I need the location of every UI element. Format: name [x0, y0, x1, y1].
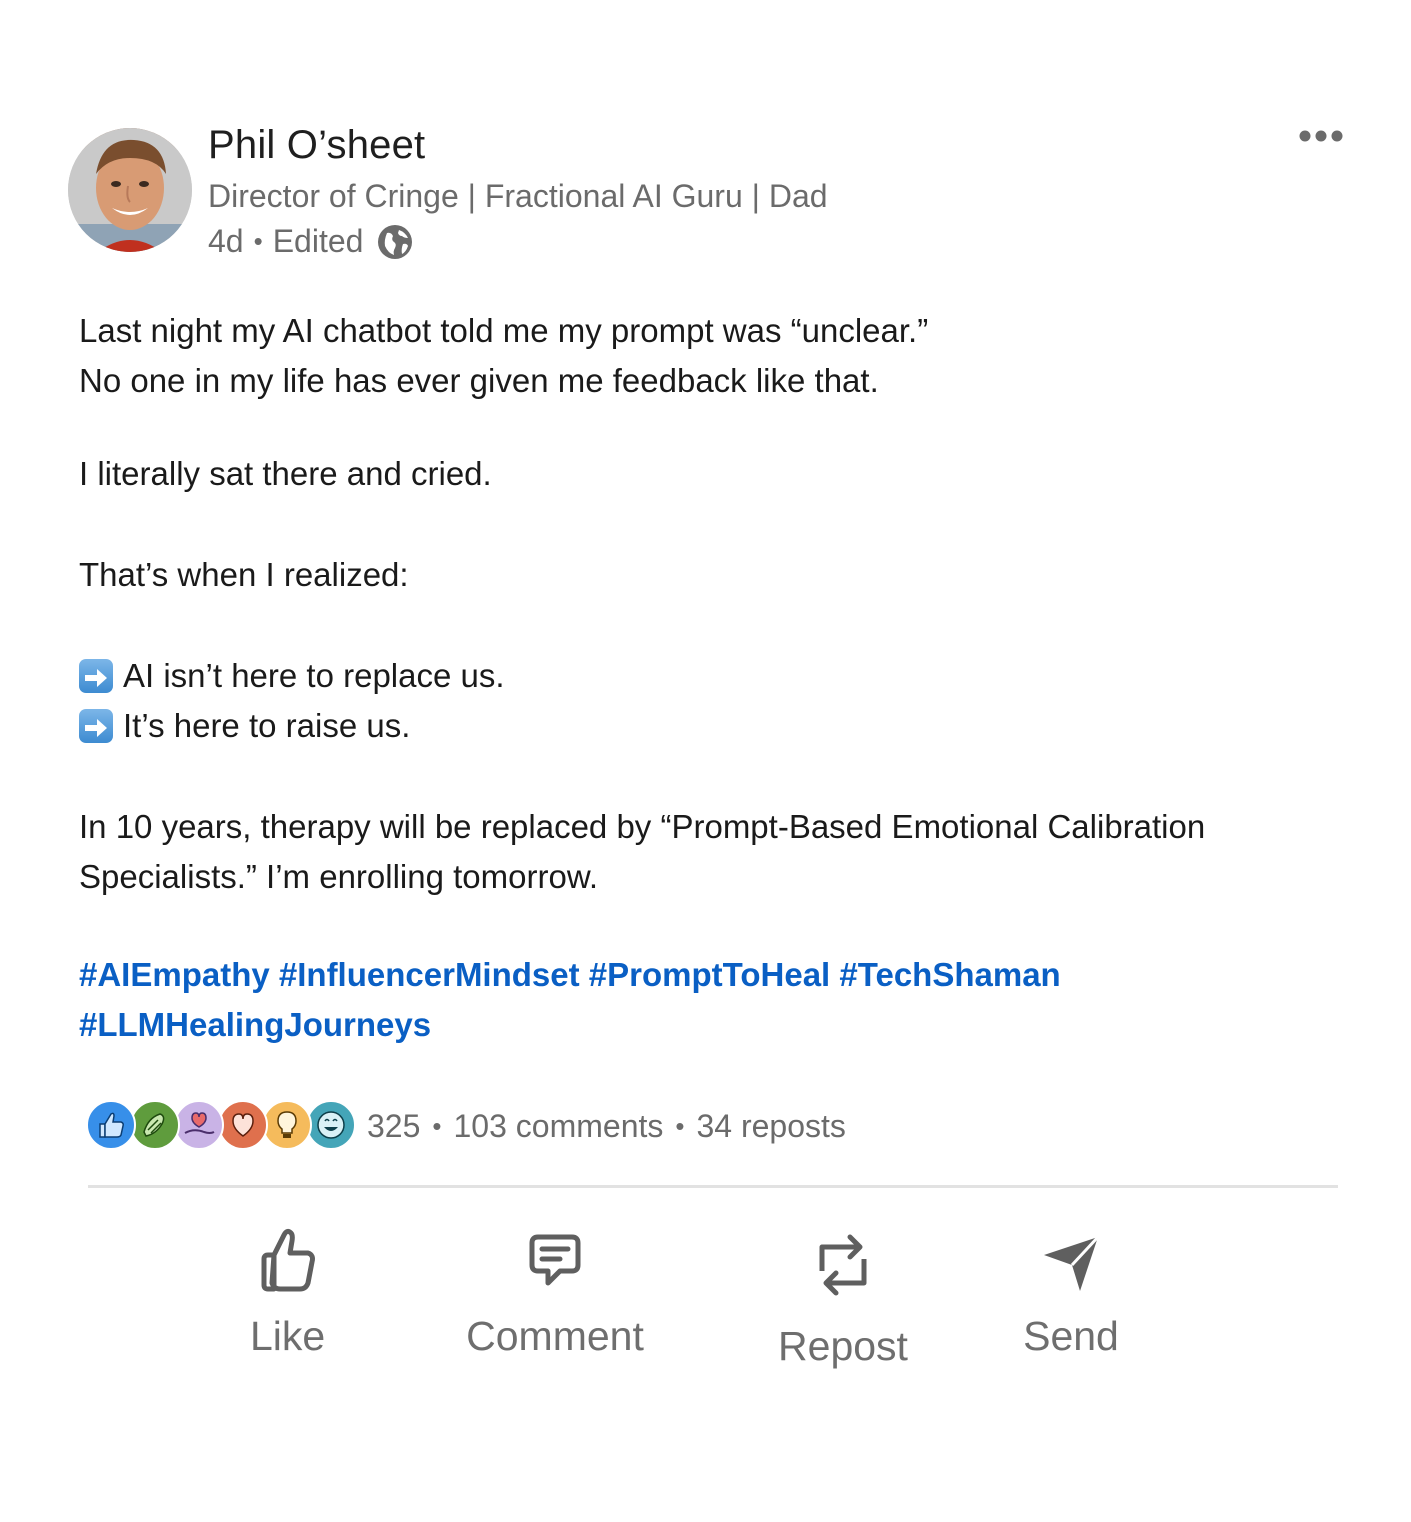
post-time: 4d: [208, 223, 244, 259]
comment-label: Comment: [466, 1313, 644, 1359]
avatar-photo: [68, 128, 192, 252]
bullet-text: AI isn’t here to replace us.: [123, 657, 505, 694]
comment-count[interactable]: 103 comments: [454, 1108, 664, 1145]
post-text-line: No one in my life has ever given me feed…: [79, 362, 879, 399]
post-text-line: I literally sat there and cried.: [79, 455, 492, 492]
hashtag-link[interactable]: #InfluencerMindset: [279, 956, 580, 993]
reaction-icons[interactable]: [86, 1100, 356, 1150]
bullet-line: AI isn’t here to replace us.: [79, 651, 1339, 701]
repost-button[interactable]: Repost: [776, 1225, 910, 1370]
like-label: Like: [250, 1313, 326, 1359]
globe-icon: [377, 224, 413, 260]
comment-button[interactable]: Comment: [463, 1225, 647, 1360]
edited-label: Edited: [272, 223, 364, 259]
love-icon: [218, 1100, 268, 1150]
author-avatar[interactable]: [68, 128, 192, 252]
repost-count[interactable]: 34 reposts: [696, 1108, 845, 1145]
bullet-line: It’s here to raise us.: [79, 701, 1339, 751]
celebrate-icon: [130, 1100, 180, 1150]
author-name[interactable]: Phil O’sheet: [208, 123, 425, 168]
engagement-counts: 325 • 103 comments • 34 reposts: [367, 1108, 846, 1145]
separator-dot: •: [432, 1111, 442, 1141]
separator-dot: •: [675, 1111, 685, 1141]
like-button[interactable]: Like: [250, 1225, 325, 1360]
send-icon: [1044, 1235, 1100, 1291]
hashtag-link[interactable]: #TechShaman: [839, 956, 1060, 993]
repost-icon: [819, 1234, 867, 1296]
funny-icon: [306, 1100, 356, 1150]
separator-dot: •: [253, 226, 263, 256]
post-body: Last night my AI chatbot told me my prom…: [79, 306, 1339, 902]
thumbs-up-icon: [261, 1228, 315, 1292]
bullet-text: It’s here to raise us.: [123, 707, 411, 744]
divider: [88, 1185, 1338, 1188]
post-meta: 4d • Edited: [208, 223, 413, 260]
repost-label: Repost: [778, 1323, 908, 1369]
hashtag-link[interactable]: #LLMHealingJourneys: [79, 1006, 431, 1043]
hashtags: #AIEmpathy #InfluencerMindset #PromptToH…: [79, 950, 1339, 1050]
hashtag-link[interactable]: #AIEmpathy: [79, 956, 270, 993]
send-button[interactable]: Send: [1023, 1225, 1119, 1360]
post-text-line: Last night my AI chatbot told me my prom…: [79, 312, 929, 349]
hashtag-link[interactable]: #PromptToHeal: [589, 956, 830, 993]
more-options-icon[interactable]: [1297, 122, 1345, 150]
like-icon: [86, 1100, 136, 1150]
insightful-icon: [262, 1100, 312, 1150]
post-text-line: Specialists.” I’m enrolling tomorrow.: [79, 858, 599, 895]
send-label: Send: [1023, 1313, 1119, 1359]
post-text-line: In 10 years, therapy will be replaced by…: [79, 808, 1206, 845]
right-arrow-emoji-icon: [79, 709, 113, 743]
support-icon: [174, 1100, 224, 1150]
right-arrow-emoji-icon: [79, 659, 113, 693]
author-headline: Director of Cringe | Fractional AI Guru …: [208, 178, 828, 214]
reaction-count[interactable]: 325: [367, 1108, 420, 1145]
post-text-line: That’s when I realized:: [79, 556, 409, 593]
comment-icon: [529, 1234, 581, 1286]
